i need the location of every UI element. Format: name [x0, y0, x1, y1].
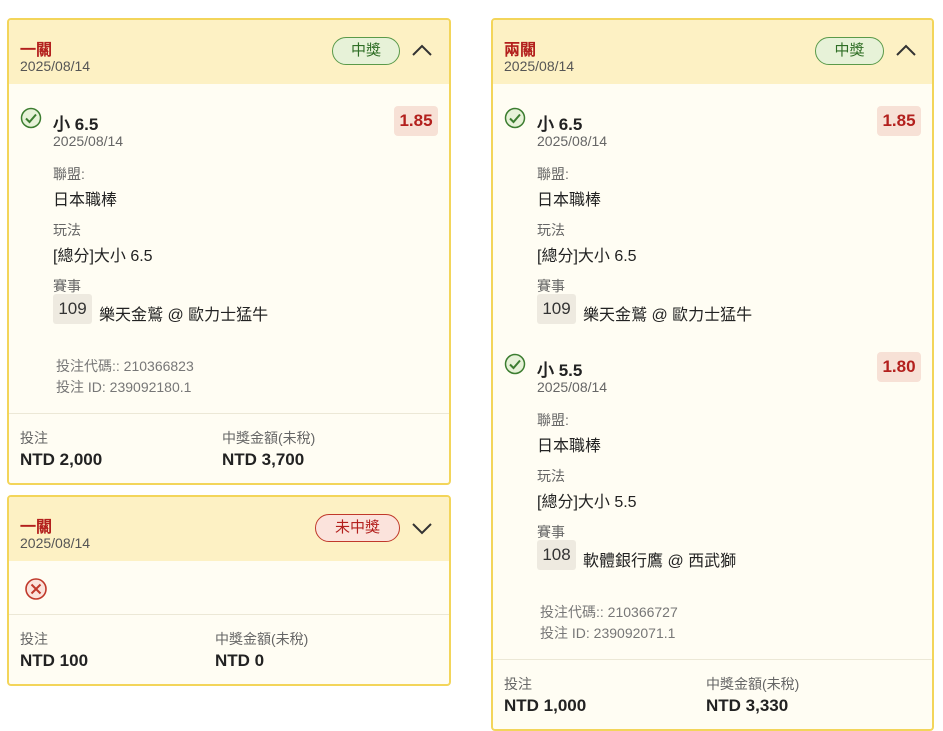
payout-label: 中獎金額(未稅)	[706, 676, 800, 692]
match-number: 109	[537, 294, 576, 324]
league-value: 日本職棒	[537, 192, 602, 209]
chevron-down-icon[interactable]	[410, 516, 434, 540]
bet-code: 投注代碼:: 210366823	[56, 358, 194, 374]
chevron-up-icon[interactable]	[894, 39, 918, 63]
selection-name: 小 6.5	[537, 115, 583, 134]
match-name: 軟體銀行鷹 @ 西武獅	[583, 553, 737, 570]
stake-label: 投注	[20, 430, 48, 446]
bet-date: 2025/08/14	[20, 535, 91, 551]
selection-date: 2025/08/14	[53, 133, 124, 149]
bet-card-footer: 投注 NTD 2,000 中獎金額(未稅) NTD 3,700	[9, 413, 449, 483]
chevron-up-icon[interactable]	[410, 39, 434, 63]
payout-label: 中獎金額(未稅)	[215, 631, 309, 647]
league-value: 日本職棒	[53, 192, 118, 209]
match-name: 樂天金鷲 @ 歐力士猛牛	[99, 307, 269, 324]
bet-id: 投注 ID: 239092071.1	[540, 625, 676, 641]
odds-badge: 1.85	[877, 106, 921, 136]
bet-card: 一關 2025/08/14 未中獎 投注 NTD 100 中獎金額(未稅) NT…	[7, 495, 451, 686]
bet-card-header[interactable]: 一關 2025/08/14 未中獎	[9, 497, 449, 561]
match-number: 108	[537, 540, 576, 570]
bet-card: 兩關 2025/08/14 中獎 小 6.5 2025/08/14 1.85 聯…	[491, 18, 934, 731]
payout-value: NTD 3,330	[706, 696, 789, 715]
check-circle-icon	[20, 107, 42, 129]
bet-code: 投注代碼:: 210366727	[540, 604, 678, 620]
bet-card-footer: 投注 NTD 100 中獎金額(未稅) NTD 0	[9, 614, 449, 684]
stake-value: NTD 2,000	[20, 450, 103, 469]
stake-value: NTD 1,000	[504, 696, 587, 715]
bet-date: 2025/08/14	[20, 58, 91, 74]
bet-id: 投注 ID: 239092180.1	[56, 379, 192, 395]
bet-type: 兩關	[504, 42, 537, 59]
selection: 小 6.5 2025/08/14 1.85 聯盟: 日本職棒 玩法 [總分]大小…	[9, 104, 449, 324]
league-label: 聯盟:	[537, 412, 569, 428]
status-badge: 中獎	[815, 37, 884, 65]
selection-date: 2025/08/14	[537, 379, 608, 395]
selection-date: 2025/08/14	[537, 133, 608, 149]
match-label: 賽事	[537, 524, 565, 540]
stake-label: 投注	[20, 631, 48, 647]
play-value: [總分]大小 5.5	[537, 494, 637, 511]
selection-name: 小 6.5	[53, 115, 99, 134]
play-label: 玩法	[537, 468, 565, 484]
check-circle-icon	[504, 107, 526, 129]
match-label: 賽事	[537, 278, 565, 294]
bet-type: 一關	[20, 519, 53, 536]
odds-badge: 1.85	[394, 106, 438, 136]
bet-type: 一關	[20, 42, 53, 59]
status-badge: 中獎	[332, 37, 400, 65]
play-value: [總分]大小 6.5	[53, 248, 153, 265]
league-label: 聯盟:	[537, 166, 569, 182]
status-badge: 未中獎	[315, 514, 400, 542]
cross-circle-icon	[25, 578, 47, 600]
play-value: [總分]大小 6.5	[537, 248, 637, 265]
play-label: 玩法	[53, 222, 81, 238]
bet-card: 一關 2025/08/14 中獎 小 6.5 2025/08/14 1.85 聯…	[7, 18, 451, 485]
selection-name: 小 5.5	[537, 361, 583, 380]
match-name: 樂天金鷲 @ 歐力士猛牛	[583, 307, 753, 324]
bet-card-header[interactable]: 兩關 2025/08/14 中獎	[493, 20, 932, 84]
bet-card-footer: 投注 NTD 1,000 中獎金額(未稅) NTD 3,330	[493, 659, 932, 729]
check-circle-icon	[504, 353, 526, 375]
stake-label: 投注	[504, 676, 532, 692]
selection: 小 6.5 2025/08/14 1.85 聯盟: 日本職棒 玩法 [總分]大小…	[493, 104, 932, 324]
league-value: 日本職棒	[537, 438, 602, 455]
play-label: 玩法	[537, 222, 565, 238]
odds-badge: 1.80	[877, 352, 921, 382]
payout-value: NTD 3,700	[222, 450, 305, 469]
league-label: 聯盟:	[53, 166, 85, 182]
stake-value: NTD 100	[20, 651, 89, 670]
selection: 小 5.5 2025/08/14 1.80 聯盟: 日本職棒 玩法 [總分]大小…	[493, 350, 932, 570]
payout-value: NTD 0	[215, 651, 265, 670]
bet-card-header[interactable]: 一關 2025/08/14 中獎	[9, 20, 449, 84]
bet-date: 2025/08/14	[504, 58, 575, 74]
match-number: 109	[53, 294, 92, 324]
payout-label: 中獎金額(未稅)	[222, 430, 316, 446]
match-label: 賽事	[53, 278, 81, 294]
